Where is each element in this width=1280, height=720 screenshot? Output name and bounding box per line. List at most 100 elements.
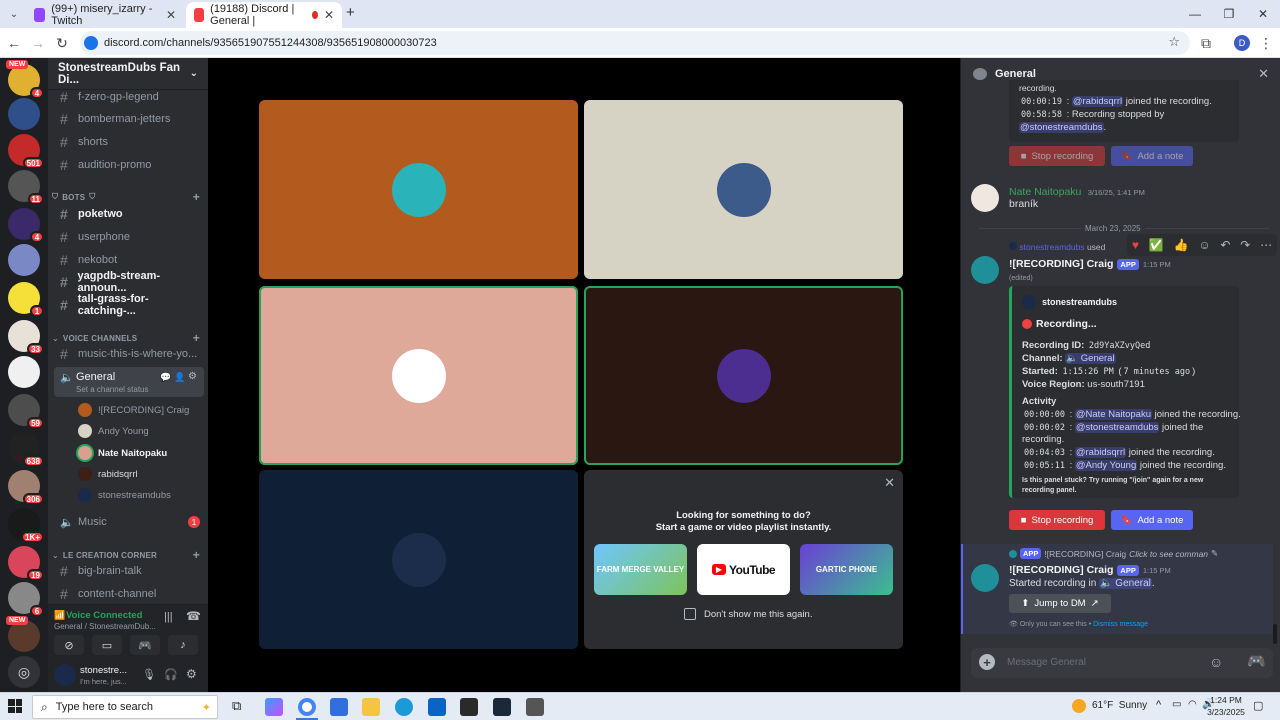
chat-icon[interactable]: 💬 xyxy=(160,372,171,383)
close-window-icon[interactable]: ✕ xyxy=(1246,0,1280,28)
clock-date[interactable]: 3/23/2025 xyxy=(1202,707,1250,717)
voice-user[interactable]: ![RECORDING] Craig xyxy=(78,401,189,419)
mention[interactable]: @Nate Naitopaku xyxy=(1074,409,1153,420)
minimize-icon[interactable]: — xyxy=(1178,0,1212,28)
guild-header[interactable]: StonestreamDubs Fan Di... ⌄ xyxy=(48,58,208,90)
check-reaction-icon[interactable]: ✅ xyxy=(1149,238,1164,252)
task-view-icon[interactable]: ⧉ xyxy=(232,698,241,714)
participant-tile[interactable] xyxy=(584,286,903,465)
extensions-icon[interactable]: ⧉ xyxy=(1196,33,1216,53)
reply-icon[interactable]: ↶ xyxy=(1220,238,1230,252)
app-icon[interactable] xyxy=(460,698,478,716)
server-icon[interactable]: NEW 4 xyxy=(6,60,44,99)
voice-channel-music[interactable]: 🔈 Music 1 xyxy=(56,512,204,532)
server-icon[interactable]: 501 xyxy=(8,134,44,169)
taskbar-search[interactable]: ⌕ Type here to search ✦ xyxy=(32,695,218,719)
microphone-icon[interactable]: 🎙 xyxy=(142,668,156,681)
site-info-icon[interactable] xyxy=(84,36,98,50)
voice-user[interactable]: Andy Young xyxy=(78,422,149,440)
url-field[interactable]: discord.com/channels/935651907551244308/… xyxy=(80,31,1190,55)
wifi-icon[interactable]: ◠ xyxy=(1188,699,1197,710)
weather-text[interactable]: 61°F Sunny xyxy=(1092,700,1147,711)
clock-time[interactable]: 1:24 PM xyxy=(1206,695,1246,705)
edge-icon[interactable] xyxy=(395,698,413,716)
outlook-icon[interactable] xyxy=(428,698,446,716)
forward-icon[interactable]: ↷ xyxy=(1240,238,1250,252)
soundboard-icon[interactable]: ♪ xyxy=(168,635,198,655)
network-icon[interactable]: ▭ xyxy=(1172,699,1181,710)
camera-off-icon[interactable]: ⊘ xyxy=(54,635,84,655)
steam-icon[interactable] xyxy=(493,698,511,716)
more-options-icon[interactable]: ⋯ xyxy=(1260,238,1272,252)
voice-user[interactable]: rabidsqrrl xyxy=(78,465,138,483)
server-icon[interactable]: 1 xyxy=(8,282,44,317)
server-icon[interactable] xyxy=(8,356,40,388)
close-icon[interactable]: ✕ xyxy=(1258,66,1269,82)
server-icon[interactable]: NEW xyxy=(6,616,40,652)
mention[interactable]: @rabidsqrrl xyxy=(1071,96,1124,107)
signal-icon[interactable]: 📶 xyxy=(54,610,65,621)
close-icon[interactable]: ✕ xyxy=(884,475,895,491)
store-icon[interactable] xyxy=(330,698,348,716)
tab-search-icon[interactable]: ⌄ xyxy=(6,6,22,22)
text-channel[interactable]: # shorts xyxy=(56,132,204,152)
noise-suppression-icon[interactable]: ||| xyxy=(164,611,173,623)
avatar[interactable] xyxy=(971,256,999,284)
gear-icon[interactable]: ⚙ xyxy=(188,371,197,382)
text-channel[interactable]: # tall-grass-for-catching-... xyxy=(56,293,204,317)
profile-avatar[interactable]: D xyxy=(1234,35,1250,51)
voice-channel-path[interactable]: General / StonestreamDub... xyxy=(54,622,156,631)
participant-tile[interactable] xyxy=(259,470,578,649)
category-bots[interactable]: ⛉ BOTS ⛉ + xyxy=(52,190,200,204)
server-icon[interactable]: 4 xyxy=(8,208,44,243)
channel-mention[interactable]: 🔈 General xyxy=(1099,578,1152,589)
avatar[interactable] xyxy=(54,664,76,686)
author-name[interactable]: Nate Naitopaku xyxy=(1009,186,1081,198)
text-channel[interactable]: # yagpdb-stream-announ... xyxy=(56,270,204,294)
server-icon[interactable]: 638 xyxy=(8,432,44,467)
bookmark-star-icon[interactable]: ☆ xyxy=(1168,34,1180,50)
server-icon[interactable]: 59 xyxy=(8,394,44,429)
participant-tile[interactable] xyxy=(259,100,578,279)
add-channel-icon[interactable]: + xyxy=(193,331,200,345)
jump-to-dm-button[interactable]: ⬆ Jump to DM ↗ xyxy=(1009,594,1111,613)
avatar[interactable] xyxy=(971,184,999,212)
headphones-icon[interactable]: 🎧 xyxy=(164,668,178,681)
username[interactable]: stonestre... xyxy=(80,665,127,676)
tab-twitch[interactable]: (99+) misery_izarry - Twitch ✕ xyxy=(26,2,184,28)
voice-connected-label[interactable]: Voice Connected xyxy=(66,610,142,621)
server-icon[interactable]: 1K+ xyxy=(8,508,44,543)
add-channel-icon[interactable]: + xyxy=(193,548,200,562)
disconnect-icon[interactable]: ☎ xyxy=(186,609,201,623)
channel-mention[interactable]: 🔈 General xyxy=(1065,353,1116,364)
tray-chevron-icon[interactable]: ^ xyxy=(1156,699,1161,711)
participant-tile[interactable] xyxy=(584,100,903,279)
activities-icon[interactable]: 🎮 xyxy=(130,635,160,655)
add-note-button[interactable]: 🔖 Add a note xyxy=(1111,510,1193,530)
activities-icon[interactable]: 🎮 xyxy=(1247,652,1266,670)
add-attachment-icon[interactable]: + xyxy=(979,654,995,670)
restore-icon[interactable]: ❐ xyxy=(1212,0,1246,28)
participant-tile[interactable] xyxy=(259,286,578,465)
author-name[interactable]: ![RECORDING] Craig xyxy=(1009,258,1113,270)
server-icon[interactable]: 306 xyxy=(8,470,44,505)
voice-user[interactable]: Nate Naitopaku xyxy=(78,444,167,462)
file-explorer-icon[interactable] xyxy=(362,698,380,716)
dont-show-checkbox[interactable] xyxy=(684,608,696,620)
new-tab-button[interactable]: + xyxy=(346,4,355,21)
screen-share-icon[interactable]: ▭ xyxy=(92,635,122,655)
category-voice[interactable]: ⌄ VOICE CHANNELS + xyxy=(52,331,200,345)
scrollbar-thumb[interactable] xyxy=(1273,624,1277,644)
emoji-icon[interactable]: ☺ xyxy=(1209,654,1223,670)
text-channel[interactable]: # poketwo xyxy=(56,204,204,224)
heart-reaction-icon[interactable]: ♥ xyxy=(1132,238,1139,252)
add-channel-icon[interactable]: + xyxy=(193,190,200,204)
browser-menu-icon[interactable]: ⋮ xyxy=(1256,33,1276,53)
text-channel[interactable]: # f-zero-gp-legend xyxy=(56,87,204,107)
activity-farm-merge[interactable]: FARM MERGE VALLEY xyxy=(594,544,687,595)
mention[interactable]: @stonestreamdubs xyxy=(1074,422,1160,433)
server-icon[interactable]: 33 xyxy=(8,320,44,355)
chrome-icon[interactable] xyxy=(298,698,316,716)
reply-preview[interactable]: APP ![RECORDING] Craig Click to see comm… xyxy=(1009,548,1218,559)
stop-recording-button[interactable]: ■ Stop recording xyxy=(1009,510,1105,530)
